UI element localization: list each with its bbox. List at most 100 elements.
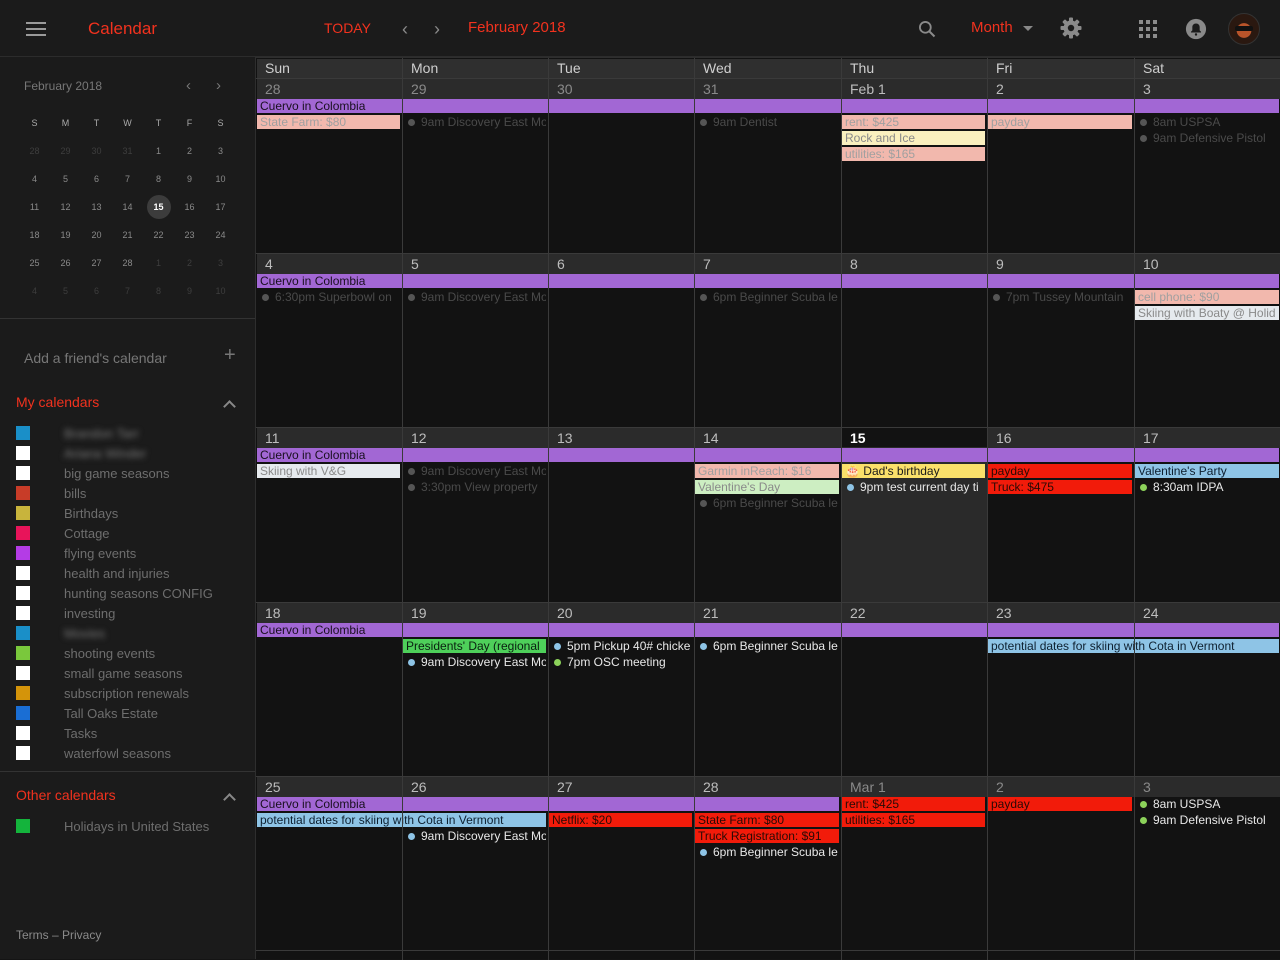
mini-day[interactable]: 10 (205, 286, 236, 296)
calendar-event[interactable]: 6pm Beginner Scuba le (695, 639, 839, 653)
calendar-event[interactable]: rent: $425 (842, 115, 985, 129)
calendar-list-item[interactable]: bills (16, 483, 246, 503)
today-day-number[interactable]: 15 (842, 428, 987, 448)
calendar-event[interactable]: 8am USPSA (1135, 797, 1279, 811)
calendar-list-item[interactable]: shooting events (16, 643, 246, 663)
calendar-event[interactable]: 7pm Tussey Mountain (988, 290, 1132, 304)
mini-day[interactable]: 11 (19, 202, 50, 212)
mini-day[interactable]: 9 (174, 174, 205, 184)
calendar-color-checkbox[interactable] (16, 586, 30, 600)
mini-day[interactable]: 26 (50, 258, 81, 268)
calendar-color-checkbox[interactable] (16, 686, 30, 700)
mini-day[interactable]: 4 (19, 174, 50, 184)
view-switcher[interactable]: Month (971, 19, 1033, 36)
calendar-event[interactable]: 9am Discovery East Mo (403, 290, 546, 304)
day-number[interactable]: 4 (257, 254, 402, 274)
terms-privacy-link[interactable]: Terms – Privacy (16, 928, 101, 942)
mini-day[interactable]: 3 (205, 146, 236, 156)
calendar-list-item[interactable]: Tasks (16, 723, 246, 743)
calendar-color-checkbox[interactable] (16, 486, 30, 500)
calendar-color-checkbox[interactable] (16, 426, 30, 440)
calendar-event[interactable]: payday (988, 115, 1132, 129)
day-number[interactable]: 10 (1135, 254, 1280, 274)
mini-day[interactable]: 5 (50, 174, 81, 184)
calendar-list-item[interactable]: Brandon Tarr (16, 423, 246, 443)
calendar-list-item[interactable]: Movies (16, 623, 246, 643)
mini-day[interactable]: 13 (81, 202, 112, 212)
calendar-list-item[interactable]: subscription renewals (16, 683, 246, 703)
calendar-color-checkbox[interactable] (16, 566, 30, 580)
mini-day[interactable]: 14 (112, 202, 143, 212)
calendar-event[interactable]: 9am Discovery East Mo (403, 655, 546, 669)
mini-day[interactable]: 6 (81, 286, 112, 296)
calendar-event[interactable]: Truck: $475 (988, 480, 1132, 494)
day-number[interactable]: 19 (403, 603, 548, 623)
mini-day[interactable]: 27 (81, 258, 112, 268)
day-number[interactable]: 2 (988, 79, 1134, 99)
day-number[interactable]: 24 (1135, 603, 1280, 623)
mini-day[interactable]: 19 (50, 230, 81, 240)
day-number[interactable]: 27 (549, 777, 694, 797)
mini-day[interactable]: 5 (50, 286, 81, 296)
day-number[interactable]: 14 (695, 428, 841, 448)
calendar-event[interactable]: 9am Dentist (695, 115, 839, 129)
calendar-list-item[interactable]: small game seasons (16, 663, 246, 683)
calendar-color-checkbox[interactable] (16, 819, 30, 833)
main-menu-icon[interactable] (26, 22, 46, 36)
mini-day[interactable]: 17 (205, 202, 236, 212)
calendar-event[interactable]: Garmin inReach: $16 (695, 464, 839, 478)
mini-day-selected[interactable]: 15 (146, 195, 171, 219)
day-number[interactable]: 18 (257, 603, 402, 623)
calendar-event[interactable]: rent: $425 (842, 797, 985, 811)
day-number[interactable]: 16 (988, 428, 1134, 448)
calendar-event[interactable]: Rock and Ice (842, 131, 985, 145)
other-calendars-heading[interactable]: Other calendars (16, 787, 116, 803)
calendar-list-item[interactable]: Ariana Winder (16, 443, 246, 463)
previous-period-icon[interactable]: ‹ (402, 19, 408, 40)
mini-day[interactable]: 23 (174, 230, 205, 240)
gear-icon[interactable] (1059, 16, 1083, 40)
avatar[interactable] (1228, 13, 1260, 45)
add-calendar-plus-icon[interactable]: + (224, 344, 236, 367)
calendar-event[interactable]: 9am Defensive Pistol (1135, 131, 1279, 145)
mini-day[interactable]: 6 (81, 174, 112, 184)
mini-prev-month-icon[interactable]: ‹ (186, 77, 191, 94)
mini-day[interactable]: 28 (19, 146, 50, 156)
day-number[interactable]: 25 (257, 777, 402, 797)
calendar-event[interactable]: Cuervo in Colombia (257, 448, 1279, 462)
mini-day[interactable]: 2 (174, 146, 205, 156)
calendar-color-checkbox[interactable] (16, 706, 30, 720)
calendar-event[interactable]: 8:30am IDPA (1135, 480, 1279, 494)
mini-day[interactable]: 4 (19, 286, 50, 296)
calendar-list-item[interactable]: health and injuries (16, 563, 246, 583)
calendar-event[interactable]: 8am USPSA (1135, 115, 1279, 129)
next-period-icon[interactable]: › (434, 19, 440, 40)
calendar-color-checkbox[interactable] (16, 746, 30, 760)
calendar-event[interactable]: Cuervo in Colombia (257, 99, 1279, 113)
calendar-event[interactable]: Skiing with V&G (257, 464, 400, 478)
calendar-event[interactable]: 5pm Pickup 40# chicke (549, 639, 692, 653)
mini-day[interactable]: 7 (112, 174, 143, 184)
calendar-list-item[interactable]: investing (16, 603, 246, 623)
day-number[interactable]: 29 (403, 79, 548, 99)
mini-day[interactable]: 20 (81, 230, 112, 240)
calendar-event[interactable]: 6pm Beginner Scuba le (695, 290, 839, 304)
day-number[interactable]: 26 (403, 777, 548, 797)
my-calendars-heading[interactable]: My calendars (16, 394, 99, 410)
day-number[interactable]: 9 (988, 254, 1134, 274)
day-number[interactable]: 20 (549, 603, 694, 623)
calendar-color-checkbox[interactable] (16, 726, 30, 740)
calendar-event[interactable]: 9am Discovery East Mo (403, 829, 546, 843)
mini-day[interactable]: 10 (205, 174, 236, 184)
calendar-color-checkbox[interactable] (16, 666, 30, 680)
calendar-event[interactable]: Skiing with Boaty @ Holid (1135, 306, 1279, 320)
search-icon[interactable] (917, 19, 937, 39)
day-number[interactable]: 30 (549, 79, 694, 99)
calendar-list-item[interactable]: big game seasons (16, 463, 246, 483)
day-number[interactable]: 23 (988, 603, 1134, 623)
calendar-list-item[interactable]: Cottage (16, 523, 246, 543)
mini-day[interactable]: 29 (50, 146, 81, 156)
day-number[interactable]: 3 (1135, 777, 1280, 797)
day-number[interactable]: 6 (549, 254, 694, 274)
mini-day[interactable]: 25 (19, 258, 50, 268)
